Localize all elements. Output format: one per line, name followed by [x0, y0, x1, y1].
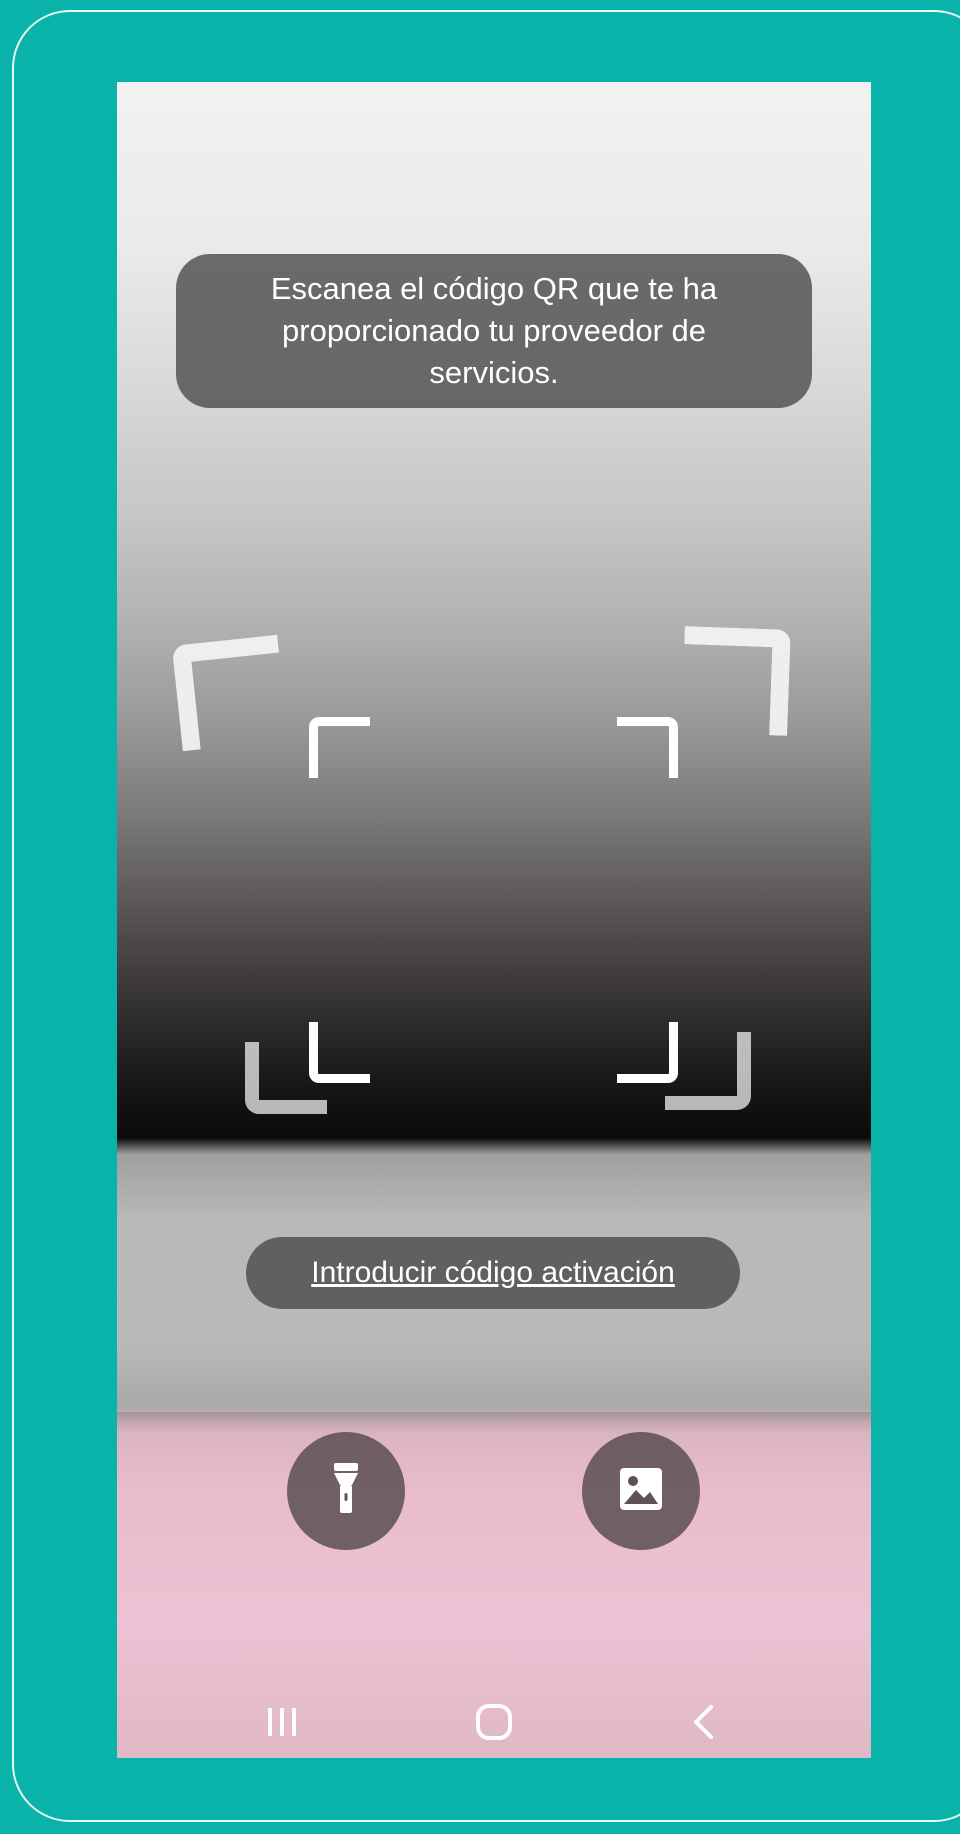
scan-frame-corner-top-right	[617, 717, 678, 778]
camera-screen: Escanea el código QR que te ha proporcio…	[117, 82, 871, 1758]
enter-activation-code-link[interactable]: Introducir código activación	[246, 1237, 740, 1309]
flashlight-button[interactable]	[287, 1432, 405, 1550]
system-navigation-bar	[117, 1690, 871, 1758]
camera-reflection-top-right	[681, 626, 791, 736]
flashlight-icon	[330, 1462, 362, 1520]
scan-instruction-text: Escanea el código QR que te ha proporcio…	[270, 271, 718, 390]
back-icon	[691, 1704, 715, 1745]
scan-frame-corner-bottom-left	[309, 1022, 370, 1083]
scan-instruction-banner: Escanea el código QR que te ha proporcio…	[176, 254, 812, 408]
recent-apps-icon	[265, 1706, 299, 1743]
scan-frame-corner-top-left	[309, 717, 370, 778]
recent-apps-button[interactable]	[252, 1698, 312, 1750]
home-icon	[475, 1703, 513, 1746]
camera-reflection-top-left	[171, 634, 289, 752]
gallery-button[interactable]	[582, 1432, 700, 1550]
home-button[interactable]	[464, 1698, 524, 1750]
image-gallery-icon	[618, 1466, 664, 1517]
scan-frame-corner-bottom-right	[617, 1022, 678, 1083]
back-button[interactable]	[673, 1698, 733, 1750]
